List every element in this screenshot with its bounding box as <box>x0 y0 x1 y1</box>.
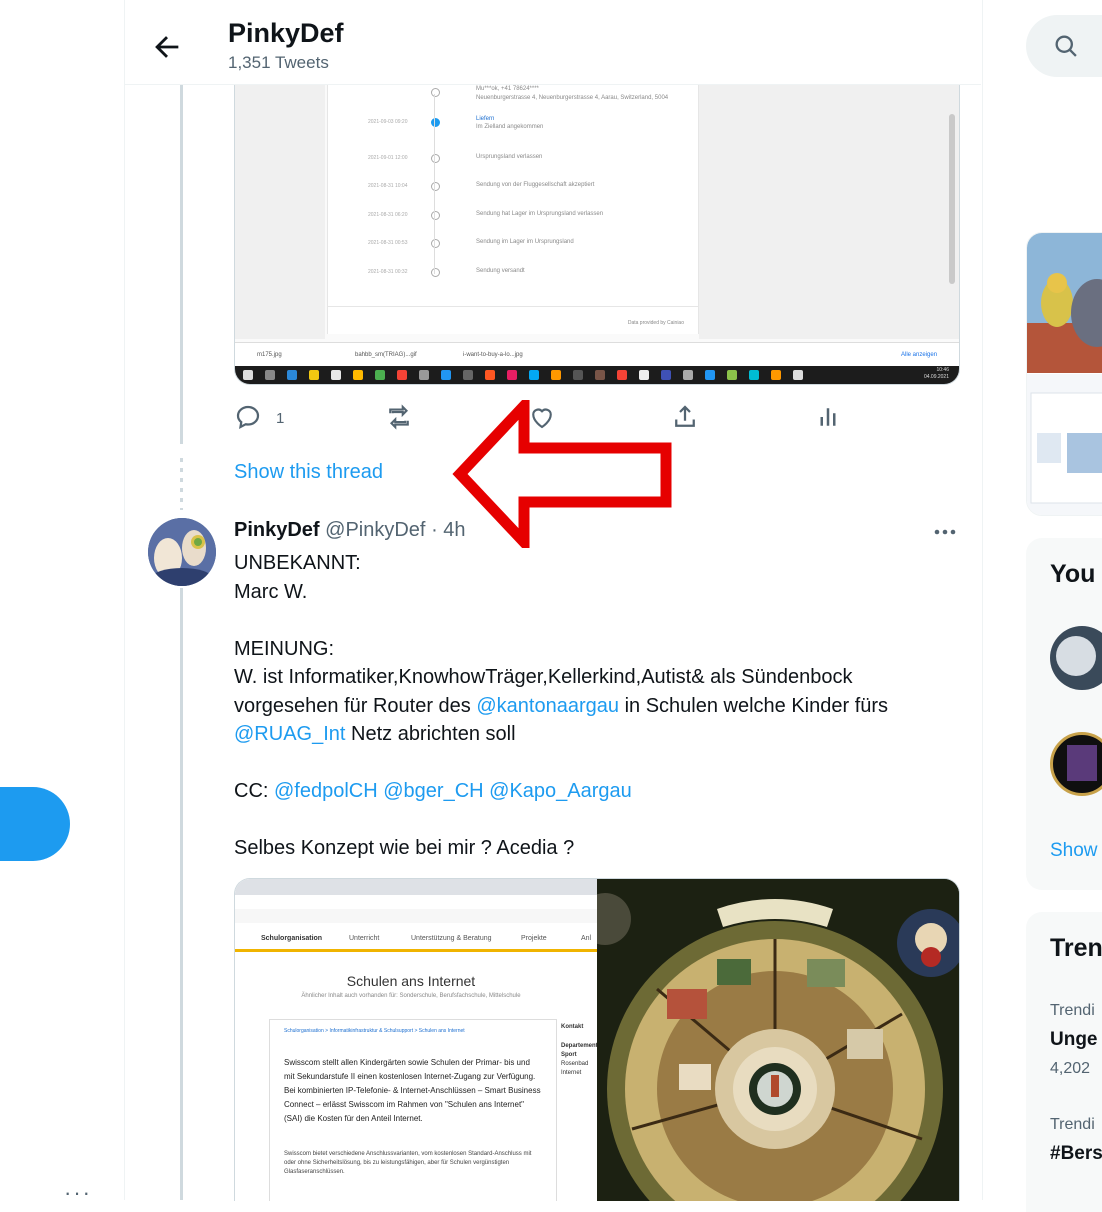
trend-item[interactable]: #Bers <box>1050 1143 1102 1165</box>
tracking-entry: Sendung im Lager im Ursprungsland <box>476 239 574 245</box>
download-bar: m175.jpg bahbb_sm(TRIAG)...gif i-want-to… <box>235 342 959 367</box>
back-arrow-icon[interactable] <box>150 30 184 64</box>
scrollbar <box>949 114 955 284</box>
provider-note: Data provided by Cainiao <box>627 320 684 326</box>
show-more-link[interactable]: Show <box>1050 840 1098 862</box>
mention-link[interactable]: @kantonaargau <box>476 695 619 717</box>
red-arrow-annotation <box>452 400 672 548</box>
tracking-entry: Sendung hat Lager im Ursprungsland verla… <box>476 211 604 217</box>
page-subtitle: Ähnlicher Inhalt auch vorhanden für: Son… <box>301 993 521 999</box>
tracking-entry: Liefern <box>476 116 495 122</box>
tweet-button[interactable] <box>0 787 70 861</box>
browser-url-bar <box>235 895 597 910</box>
card-title: Tren <box>1050 934 1102 962</box>
tweet-time[interactable]: 4h <box>443 519 465 541</box>
trend-item[interactable]: Unge <box>1050 1029 1098 1051</box>
site-nav: Schulorganisation Unterricht Unterstützu… <box>235 929 597 952</box>
tweet-count: 1,351 Tweets <box>228 53 329 72</box>
trend-label: Trendi <box>1050 1002 1095 1019</box>
author-handle[interactable]: @PinkyDef <box>325 519 425 541</box>
avatar[interactable] <box>1050 626 1102 690</box>
separator: · <box>431 519 438 541</box>
show-thread-link[interactable]: Show this thread <box>234 461 383 484</box>
browser-tabs <box>235 879 597 895</box>
trends-card: Tren Trendi Unge 4,202 Trendi #Bers <box>1026 912 1102 1212</box>
profile-name: PinkyDef <box>228 18 344 48</box>
tracking-date: 2021-08-31 00:53 <box>368 240 408 246</box>
tracking-date: 2021-08-31 06:20 <box>368 212 408 218</box>
tweet-image-right[interactable] <box>579 879 959 1201</box>
page-title: Schulen ans Internet <box>346 973 476 989</box>
contact-sidebar: Kontakt Departement Sport Rosenbad Inter… <box>561 1024 598 1076</box>
retweet-icon[interactable] <box>384 402 414 432</box>
search-icon <box>1055 35 1077 57</box>
mention-link[interactable]: @RUAG_Int <box>234 723 345 745</box>
thread-line <box>180 84 183 444</box>
mention-link[interactable]: @Kapo_Aargau <box>489 780 632 802</box>
more-options-icon[interactable]: ··· <box>64 1180 92 1206</box>
tweet-image-grid: Schulorganisation Unterricht Unterstützu… <box>234 878 960 1201</box>
thread-dots <box>180 458 183 510</box>
bookmarks-bar <box>235 909 597 923</box>
author-name[interactable]: PinkyDef <box>234 519 320 541</box>
media-gallery[interactable] <box>1026 232 1102 516</box>
tracking-entry: Sendung versandt <box>476 268 525 274</box>
tracking-entry: Neuenburgerstrasse 4, Neuenburgerstrasse… <box>476 95 669 101</box>
tracking-date: 2021-08-31 00:32 <box>368 269 408 275</box>
tracking-date: 2021-09-01 12:00 <box>368 155 408 161</box>
tweet-image[interactable]: Mu***ok, +41 78624**** Neuenburgerstrass… <box>234 84 960 385</box>
tracking-date: 2021-09-03 09:20 <box>368 119 408 125</box>
card-title: You <box>1050 560 1096 588</box>
tweet-image-left[interactable]: Schulorganisation Unterricht Unterstützu… <box>235 879 598 1201</box>
tracking-entry: Ursprungsland verlassen <box>476 154 543 160</box>
avatar[interactable] <box>1050 732 1102 796</box>
trend-label: Trendi <box>1050 1116 1095 1133</box>
painting-seven-deadly-sins <box>579 879 959 1201</box>
avatar[interactable] <box>148 518 216 586</box>
more-icon[interactable] <box>930 520 960 544</box>
tracking-entry: Im Zielland angekommen <box>476 124 544 130</box>
reply-icon[interactable] <box>233 402 263 432</box>
tweet-author-line: PinkyDef @PinkyDef · 4h <box>234 519 466 542</box>
reply-count: 1 <box>276 410 285 427</box>
who-to-follow-card: You Show <box>1026 538 1102 890</box>
thread-line <box>180 588 183 1200</box>
tracking-date: 2021-08-31 10:04 <box>368 183 408 189</box>
tweet-text: UNBEKANNT: Marc W. MEINUNG: W. ist Infor… <box>234 552 889 859</box>
trend-count: 4,202 <box>1050 1060 1091 1077</box>
content-box: Schulorganisation > Informatikinfrastruk… <box>269 1019 557 1201</box>
tracking-document: Mu***ok, +41 78624**** Neuenburgerstrass… <box>327 84 699 334</box>
mention-link[interactable]: @bger_CH <box>383 780 483 802</box>
tracking-entry: Sendung von der Fluggesellschaft akzepti… <box>476 182 595 188</box>
tracking-entry: Mu***ok, +41 78624**** <box>476 86 539 92</box>
taskbar: 10:46 04.09.2021 <box>235 366 959 384</box>
mention-link[interactable]: @fedpolCH <box>274 780 378 802</box>
analytics-icon[interactable] <box>813 402 843 432</box>
